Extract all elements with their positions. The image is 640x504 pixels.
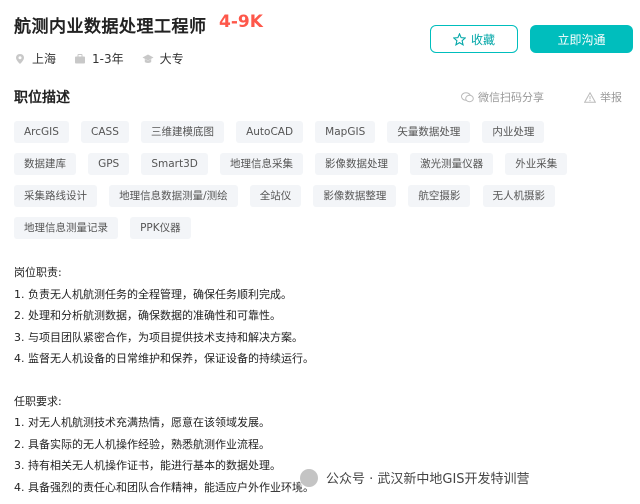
location-item: 上海 [14, 50, 56, 67]
wechat-logo-icon [300, 468, 318, 487]
skill-tag[interactable]: 全站仪 [249, 185, 302, 207]
graduation-cap-icon [142, 54, 154, 63]
report-label: 举报 [600, 91, 622, 104]
location-text: 上海 [32, 52, 57, 66]
requirements-title: 任职要求: [14, 394, 62, 408]
skill-tag[interactable]: Smart3D [141, 153, 208, 175]
experience-item: 1-3年 [74, 50, 124, 67]
skill-tag[interactable]: 地理信息测量记录 [14, 217, 118, 239]
salary: 4-9K [219, 12, 263, 32]
section-header: 职位描述 微信扫码分享 举报 [14, 87, 622, 107]
requirement-item: 1. 对无人机航测技术充满热情，愿意在该领域发展。 [14, 416, 270, 429]
duty-item: 1. 负责无人机航测任务的全程管理，确保任务顺利完成。 [14, 287, 292, 301]
warning-icon [584, 91, 596, 103]
skill-tag[interactable]: GPS [88, 153, 130, 175]
share-label: 微信扫码分享 [478, 91, 544, 104]
skill-tag[interactable]: 影像数据处理 [315, 153, 399, 175]
briefcase-icon [75, 53, 86, 63]
duty-item: 3. 与项目团队紧密合作，为项目提供技术支持和解决方案。 [14, 330, 303, 344]
skill-tag[interactable]: 航空摄影 [408, 185, 471, 207]
skill-tag[interactable]: 地理信息采集 [219, 153, 303, 175]
skill-tag[interactable]: CASS [81, 121, 129, 143]
skill-tag[interactable]: 采集路线设计 [14, 185, 97, 207]
wechat-share-link[interactable]: 微信扫码分享 [461, 89, 544, 105]
job-description: 岗位职责: 1. 负责无人机航测任务的全程管理，确保任务顺利完成。 2. 处理和… [14, 262, 314, 498]
watermark: 公众号 · 武汉新中地GIS开发特训营 [300, 468, 530, 487]
skill-tag[interactable]: MapGIS [315, 121, 376, 143]
skill-tag[interactable]: 矢量数据处理 [387, 121, 471, 143]
chat-label: 立即沟通 [557, 32, 606, 47]
skill-tag[interactable]: 三维建模底图 [141, 121, 224, 143]
watermark-text: 公众号 · 武汉新中地GIS开发特训营 [326, 472, 530, 487]
job-header: 航测内业数据处理工程师 4-9K 上海 1-3年 大专 收藏 立即沟通 [14, 12, 633, 82]
requirement-item: 4. 具备强烈的责任心和团队合作精神，能适应户外作业环境。 [14, 480, 314, 494]
education-item: 大专 [142, 50, 184, 67]
skill-tag[interactable]: 数据建库 [14, 153, 76, 175]
requirement-item: 2. 具备实际的无人机操作经验，熟悉航测作业流程。 [14, 437, 270, 451]
experience-text: 1-3年 [92, 52, 124, 66]
job-meta: 上海 1-3年 大专 [14, 50, 202, 67]
skill-tag[interactable]: 激光测量仪器 [410, 153, 494, 175]
chat-button[interactable]: 立即沟通 [530, 25, 633, 53]
skill-tag[interactable]: 地理信息数据测量/测绘 [109, 185, 238, 207]
skill-tag[interactable]: ArcGIS [14, 121, 69, 143]
skill-tags: ArcGIS CASS 三维建模底图 AutoCAD MapGIS 矢量数据处理… [14, 120, 614, 248]
skill-tag[interactable]: PPK仪器 [130, 217, 191, 239]
duties-title: 岗位职责: [14, 266, 62, 279]
location-icon [16, 53, 24, 64]
skill-tag[interactable]: AutoCAD [236, 121, 304, 143]
job-title: 航测内业数据处理工程师 [14, 17, 207, 37]
wechat-icon [461, 91, 474, 102]
education-text: 大专 [159, 52, 184, 66]
favorite-button[interactable]: 收藏 [430, 25, 518, 53]
star-icon [452, 32, 466, 46]
skill-tag[interactable]: 外业采集 [505, 153, 568, 175]
favorite-label: 收藏 [470, 32, 495, 47]
duty-item: 4. 监督无人机设备的日常维护和保养，保证设备的持续运行。 [14, 352, 314, 365]
skill-tag[interactable]: 影像数据整理 [313, 185, 397, 207]
report-link[interactable]: 举报 [584, 89, 622, 105]
skill-tag[interactable]: 无人机摄影 [482, 185, 556, 207]
skill-tag[interactable]: 内业处理 [482, 121, 545, 143]
requirement-item: 3. 持有相关无人机操作证书，能进行基本的数据处理。 [14, 459, 281, 472]
duty-item: 2. 处理和分析航测数据，确保数据的准确性和可靠性。 [14, 309, 281, 322]
section-title: 职位描述 [14, 90, 70, 106]
